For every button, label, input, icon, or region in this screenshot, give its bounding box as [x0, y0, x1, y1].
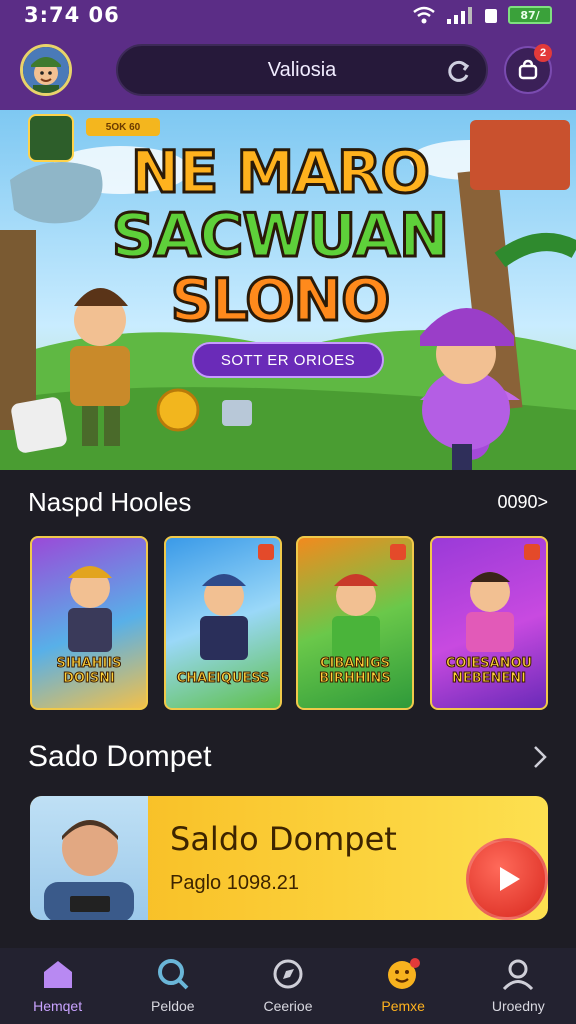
nav-label-home: Hemqet: [33, 998, 83, 1014]
nav-item-profile[interactable]: Uroedny: [463, 958, 573, 1014]
battery-indicator: 87/: [508, 6, 552, 24]
play-button[interactable]: [466, 838, 548, 920]
notification-button[interactable]: 2: [504, 44, 552, 94]
user-icon: [503, 959, 534, 990]
wallet-card-title: Saldo Dompet: [170, 820, 397, 858]
game-card[interactable]: CIBANIGS BIRHHINS: [296, 536, 414, 710]
refresh-icon[interactable]: [446, 58, 472, 84]
wallet-user-photo: [30, 796, 148, 920]
hero-title-line-2: SACWUAN: [110, 201, 450, 271]
hero-mini-avatar: [28, 114, 74, 162]
compass-icon: [273, 959, 303, 989]
nav-label-search: Peldoe: [150, 998, 195, 1014]
nav-item-home[interactable]: Hemqet: [3, 958, 113, 1014]
game-card-character-icon: [200, 574, 248, 660]
hero-title-line-3: SLONO: [169, 266, 392, 334]
profile-avatar[interactable]: [20, 44, 72, 96]
search-text: Valiosia: [267, 58, 337, 81]
status-icons: 87/: [412, 6, 552, 24]
game-card[interactable]: SIHAHIIS DOISNI: [30, 536, 148, 710]
nav-label-profile: Uroedny: [491, 998, 545, 1014]
featured-section-header: Naspd Hooles 0090>: [0, 482, 576, 522]
game-card[interactable]: CHAEIQUESS: [164, 536, 282, 710]
sim-icon: [485, 9, 497, 23]
game-card[interactable]: COIESANOU NEBENENI: [430, 536, 548, 710]
nav-item-search[interactable]: Peldoe: [118, 958, 228, 1014]
game-card-character-icon: [466, 572, 514, 652]
wifi-icon: [413, 6, 435, 24]
top-header: Valiosia 2: [0, 30, 576, 110]
game-card-label: CIBANIGS BIRHHINS: [319, 656, 392, 687]
hero-banner[interactable]: 5OK 60 NE MARO SACWUAN SLONO SOTT ER ORI…: [0, 110, 576, 470]
featured-see-all-link[interactable]: 0090>: [497, 492, 548, 513]
status-bar: 3:74 06 87/: [0, 0, 576, 30]
nav-label-explore: Ceerioe: [263, 998, 313, 1014]
game-card-label: COIESANOU NEBENENI: [445, 656, 533, 687]
game-card-label: SIHAHIIS DOISNI: [56, 656, 122, 687]
hero-tag: 5OK 60: [86, 118, 160, 136]
wallet-card-amount: Paglo 1098.21: [170, 872, 300, 894]
bag-icon: [518, 59, 538, 80]
nav-label-favorites: Pemxe: [381, 998, 425, 1014]
featured-section-title: Naspd Hooles: [28, 486, 192, 517]
chevron-right-icon[interactable]: [532, 744, 548, 770]
nav-item-explore[interactable]: Ceerioe: [233, 958, 343, 1014]
search-icon: [157, 959, 189, 990]
search-bar[interactable]: Valiosia: [116, 44, 488, 96]
emoji-icon: [388, 958, 421, 989]
avatar-character-icon: [23, 47, 69, 93]
game-card-label: CHAEIQUESS: [176, 671, 270, 687]
home-icon: [43, 961, 72, 988]
game-card-character-icon: [68, 566, 112, 652]
notification-badge: 2: [534, 44, 552, 62]
game-card-row: SIHAHIIS DOISNI CHAEIQUESS CIBANIGS BIRH…: [30, 536, 548, 710]
hero-title: NE MARO SACWUAN SLONO: [110, 138, 450, 334]
hero-cta-button[interactable]: SOTT ER ORIOES: [192, 342, 384, 378]
game-card-character-icon: [332, 574, 380, 660]
wallet-section-title: Sado Dompet: [28, 740, 212, 773]
hero-title-line-1: NE MARO: [130, 138, 432, 206]
bottom-navigation: Hemqet Peldoe Ceerioe Pemxe Uroedny: [0, 948, 576, 1024]
user-portrait-icon: [44, 820, 134, 920]
nav-item-favorites[interactable]: Pemxe: [348, 958, 458, 1014]
status-time: 3:74 06: [24, 3, 120, 27]
signal-icon: [447, 7, 472, 24]
wallet-section-header: Sado Dompet: [0, 737, 576, 777]
play-icon: [500, 867, 520, 891]
